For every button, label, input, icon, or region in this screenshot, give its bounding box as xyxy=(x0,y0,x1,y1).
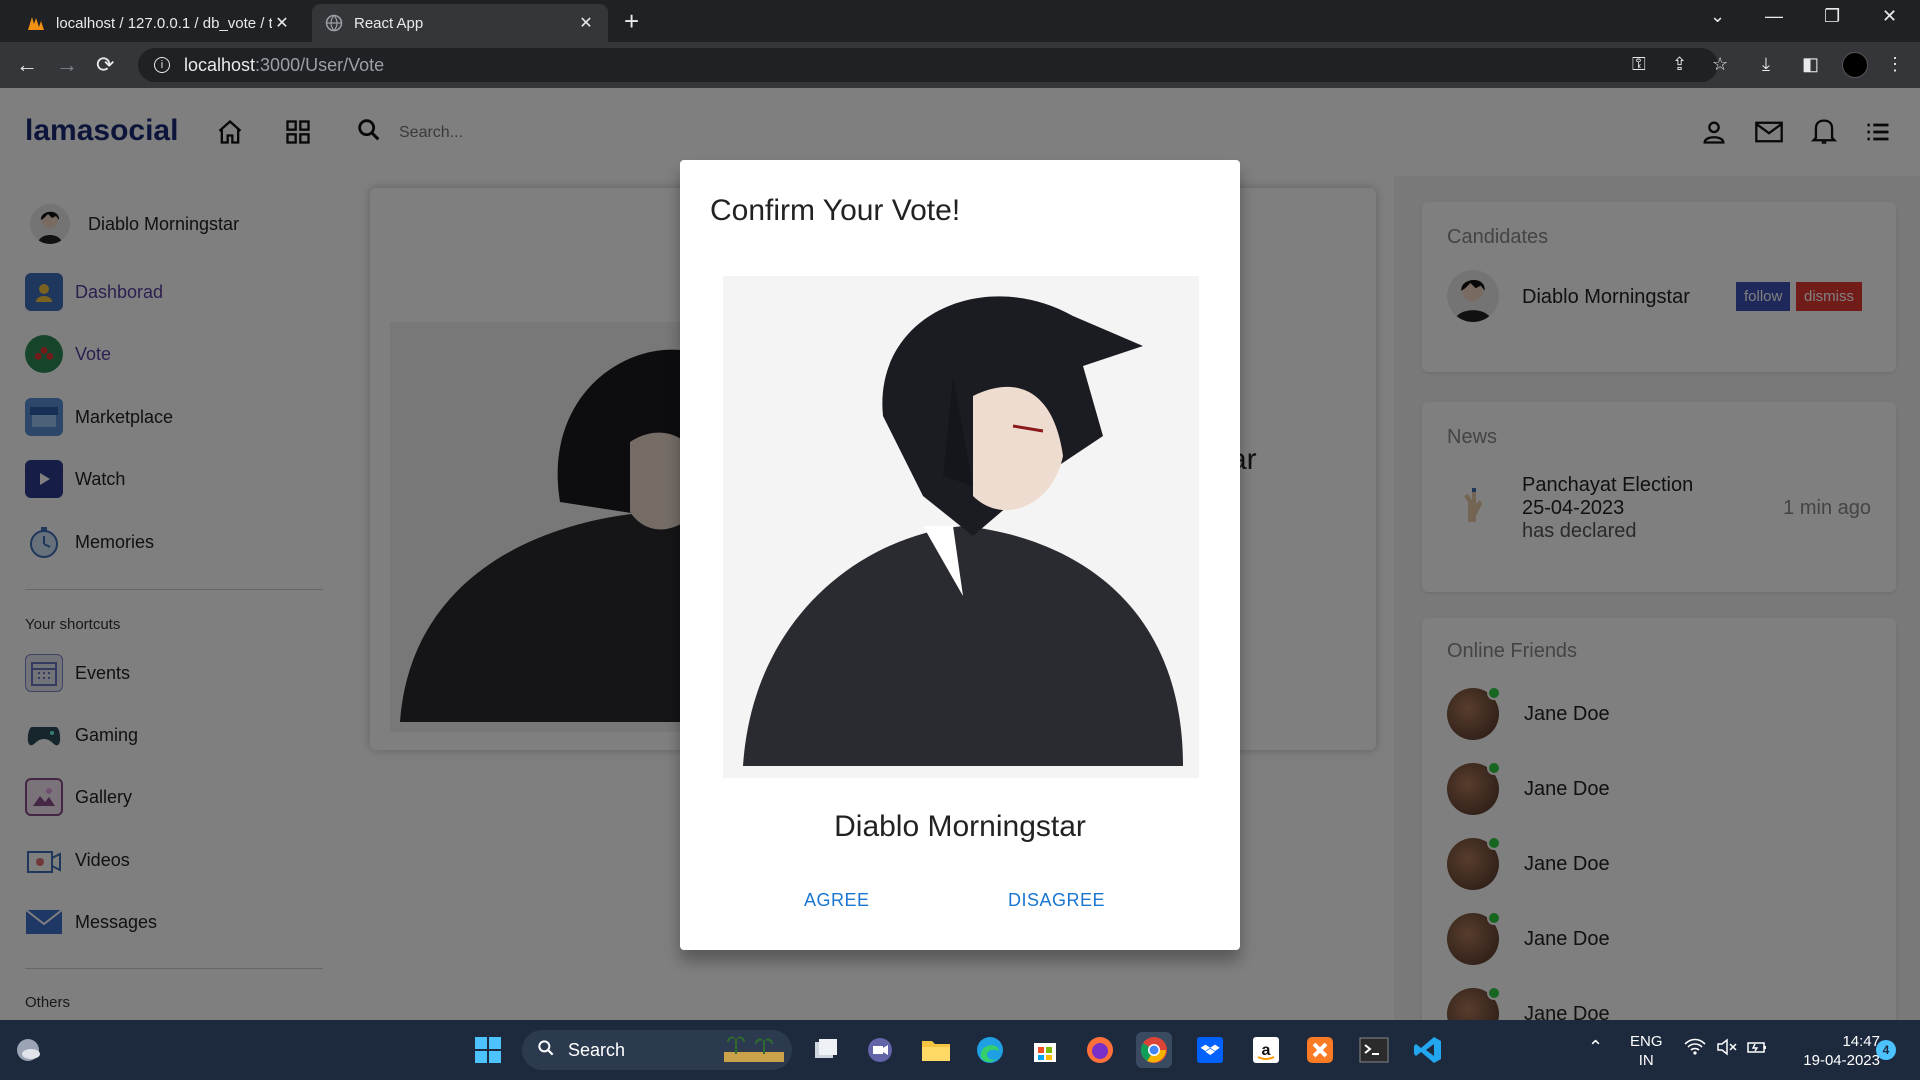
new-tab-icon[interactable]: + xyxy=(624,6,639,37)
close-tab-icon[interactable]: ✕ xyxy=(576,13,596,33)
disagree-button[interactable]: DISAGREE xyxy=(1008,890,1105,911)
search-icon xyxy=(536,1038,556,1063)
chrome-icon[interactable] xyxy=(1136,1032,1172,1068)
show-hidden-icons[interactable]: ⌃ xyxy=(1588,1038,1603,1057)
forward-icon[interactable]: → xyxy=(56,52,78,78)
profile-avatar[interactable] xyxy=(1842,52,1868,78)
xampp-icon[interactable] xyxy=(1302,1032,1338,1068)
site-info-icon[interactable]: i xyxy=(154,57,170,73)
dropbox-icon[interactable] xyxy=(1192,1032,1228,1068)
taskbar-search-label: Search xyxy=(568,1039,626,1060)
svg-text:a: a xyxy=(1262,1042,1271,1059)
agree-button[interactable]: AGREE xyxy=(804,890,870,911)
taskbar: Search a ⌃ ENG IN 14:47 19-04-2023 4 xyxy=(0,1020,1920,1080)
address-bar[interactable]: i localhost:3000/User/Vote xyxy=(138,48,1718,82)
battery-icon[interactable] xyxy=(1746,1038,1768,1060)
back-icon[interactable]: ← xyxy=(16,52,38,78)
taskbar-search[interactable]: Search xyxy=(522,1030,792,1070)
teams-meet-icon[interactable] xyxy=(862,1032,898,1068)
notification-count: 4 xyxy=(1882,1043,1890,1057)
amazon-icon[interactable]: a xyxy=(1248,1032,1284,1068)
tab-title: React App xyxy=(354,14,424,32)
tab-title: localhost / 127.0.0.1 / db_vote / t xyxy=(56,14,272,32)
bookmark-star-icon[interactable]: ☆ xyxy=(1712,54,1728,75)
search-highlight-icon xyxy=(724,1032,784,1069)
clock-time: 14:47 xyxy=(1842,1033,1880,1050)
close-window-icon[interactable]: ✕ xyxy=(1882,6,1897,27)
edge-browser-icon[interactable] xyxy=(972,1032,1008,1068)
restore-icon[interactable]: ❐ xyxy=(1824,6,1840,27)
language-code: ENG xyxy=(1630,1033,1663,1050)
firefox-icon[interactable] xyxy=(1082,1032,1118,1068)
minimize-icon[interactable]: — xyxy=(1765,6,1783,27)
url-path: :3000/User/Vote xyxy=(255,54,385,75)
clock-date: 19-04-2023 xyxy=(1803,1052,1880,1069)
wifi-icon[interactable] xyxy=(1684,1038,1706,1060)
download-icon[interactable]: ⤓ xyxy=(1762,54,1770,75)
dialog-candidate-name: Diablo Morningstar xyxy=(834,810,1086,843)
terminal-icon[interactable] xyxy=(1356,1032,1392,1068)
app-page: lamasocial Dia xyxy=(0,88,1920,1020)
reload-icon[interactable]: ⟳ xyxy=(96,52,114,78)
more-menu-icon[interactable]: ⋮ xyxy=(1886,54,1904,75)
dialog-title: Confirm Your Vote! xyxy=(710,194,961,227)
browser-tab-react-app[interactable]: React App ✕ xyxy=(312,4,608,42)
browser-tab-phpmyadmin[interactable]: localhost / 127.0.0.1 / db_vote / t ✕ xyxy=(14,4,304,42)
clock[interactable]: 14:47 19-04-2023 xyxy=(1780,1032,1880,1070)
phpmyadmin-icon xyxy=(26,13,46,33)
close-tab-icon[interactable]: ✕ xyxy=(272,13,292,33)
weather-icon[interactable] xyxy=(10,1032,46,1068)
browser-toolbar: ← → ⟳ i localhost:3000/User/Vote ⚿ ⇪ ☆ ⤓… xyxy=(0,42,1920,88)
tab-search-icon[interactable]: ⌄ xyxy=(1710,6,1725,27)
language-region: IN xyxy=(1638,1052,1654,1069)
share-icon[interactable]: ⇪ xyxy=(1672,54,1687,75)
url-host: localhost xyxy=(184,54,256,75)
file-explorer-icon[interactable] xyxy=(918,1032,954,1068)
side-panel-icon[interactable]: ◧ xyxy=(1802,54,1819,75)
task-view-icon[interactable] xyxy=(808,1032,844,1068)
confirm-vote-dialog: Confirm Your Vote! Diablo Morningstar AG… xyxy=(680,160,1240,950)
candidate-image xyxy=(723,276,1199,778)
ms-store-icon[interactable] xyxy=(1027,1032,1063,1068)
vscode-icon[interactable] xyxy=(1410,1032,1446,1068)
volume-muted-icon[interactable] xyxy=(1716,1038,1738,1060)
globe-icon xyxy=(324,13,344,33)
language-indicator[interactable]: ENG IN xyxy=(1630,1032,1663,1070)
password-key-icon[interactable]: ⚿ xyxy=(1632,54,1646,75)
start-windows-icon[interactable] xyxy=(470,1032,506,1068)
notification-badge[interactable]: 4 xyxy=(1876,1040,1896,1060)
browser-tab-bar: localhost / 127.0.0.1 / db_vote / t ✕ Re… xyxy=(0,0,1920,42)
